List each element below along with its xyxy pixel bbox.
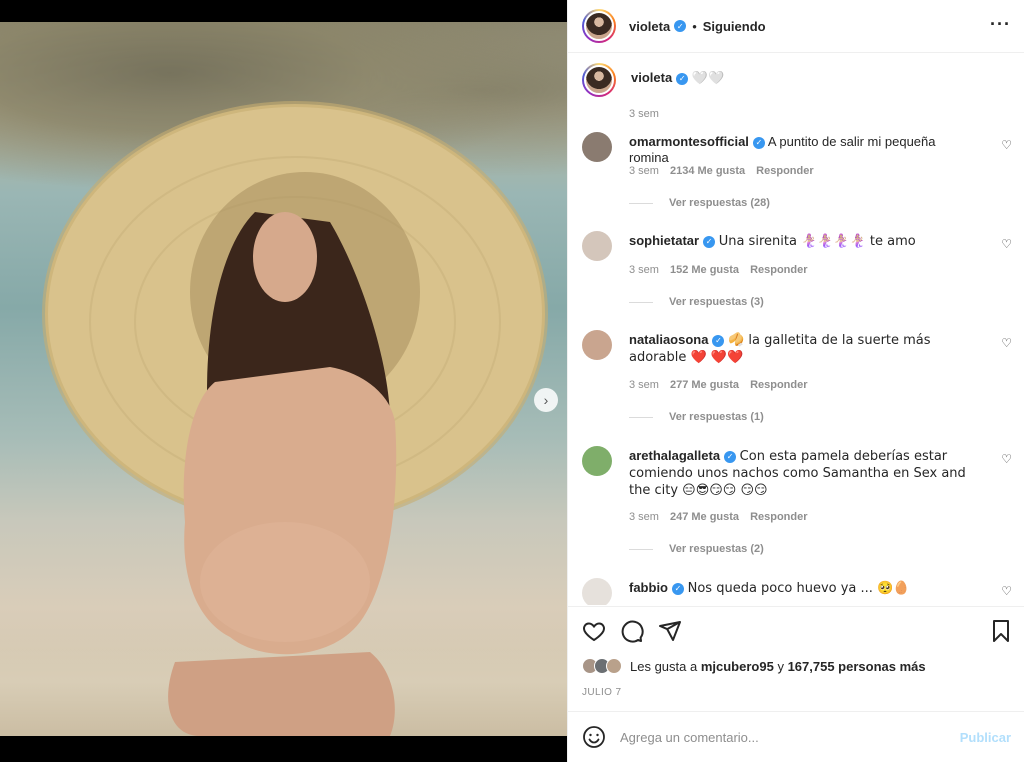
like-comment-heart-icon[interactable]: ♡ — [1001, 237, 1012, 251]
header-separator: • — [692, 18, 697, 34]
post-date[interactable]: JULIO 7 — [582, 687, 621, 698]
reply-button[interactable]: Responder — [750, 264, 807, 276]
bookmark-icon[interactable] — [989, 619, 1013, 643]
liker-avatars — [582, 658, 622, 674]
comment-time[interactable]: 3 sem — [629, 165, 659, 177]
comment-username[interactable]: fabbio — [629, 580, 668, 595]
reply-button[interactable]: Responder — [756, 165, 813, 177]
likes-joiner: y — [777, 658, 784, 674]
comment-text: Una sirenita 🧜🏼‍♀️🧜🏼‍♀️🧜🏼‍♀️🧜🏼‍♀️ te amo — [718, 234, 916, 249]
add-comment-bar: Publicar — [568, 711, 1024, 762]
likes-count-link[interactable]: 167,755 personas más — [788, 659, 926, 674]
comment-time[interactable]: 3 sem — [629, 264, 659, 276]
post-image[interactable]: › — [0, 22, 567, 736]
comment-likes[interactable]: 247 Me gusta — [670, 511, 739, 523]
verified-badge-icon: ✓ — [674, 20, 687, 32]
like-comment-heart-icon[interactable]: ♡ — [1001, 452, 1012, 466]
view-replies-label: Ver respuestas (28) — [669, 197, 770, 209]
post-header: violeta ✓ • Siguiendo ··· — [568, 0, 1024, 53]
verified-badge-icon: ✓ — [724, 450, 737, 463]
reply-button[interactable]: Responder — [750, 379, 807, 391]
comment-time[interactable]: 3 sem — [629, 379, 659, 391]
like-comment-heart-icon[interactable]: ♡ — [1001, 584, 1012, 598]
reply-button[interactable]: Responder — [750, 511, 807, 523]
post-sidebar: violeta ✓ • Siguiendo ··· violeta ✓ 🤍🤍 3 … — [567, 0, 1024, 762]
author-avatar[interactable] — [582, 9, 616, 43]
like-comment-heart-icon[interactable]: ♡ — [1001, 336, 1012, 350]
comment-content: sophietatar ✓ Una sirenita 🧜🏼‍♀️🧜🏼‍♀️🧜🏼‍♀… — [629, 233, 977, 250]
photo-illustration — [42, 101, 548, 736]
comment-likes[interactable]: 2134 Me gusta — [670, 165, 745, 177]
comment-content: omarmontesofficial ✓ A puntito de salir m… — [629, 134, 977, 166]
verified-badge-icon: ✓ — [703, 235, 716, 248]
comments-list[interactable]: violeta ✓ 🤍🤍 3 sem omarmontesofficial ✓ A … — [568, 53, 1024, 605]
likes-summary: Les gusta a mjcubero95 y 167,755 persona… — [582, 658, 926, 674]
comment-content: fabbio ✓ Nos queda poco huevo ya ... 🥺🥚 — [629, 580, 977, 597]
avatar[interactable] — [582, 446, 612, 476]
comment-username[interactable]: nataliaosona — [629, 332, 708, 347]
comment-content: arethalagalleta ✓ Con esta pamela debería… — [629, 448, 977, 499]
comment-meta: 3 sem 2134 Me gusta Responder — [629, 165, 814, 177]
view-replies-button[interactable]: Ver respuestas (28) — [629, 197, 770, 209]
emoji-icon[interactable] — [582, 725, 606, 749]
verified-badge-icon: ✓ — [676, 72, 689, 85]
avatar[interactable] — [582, 578, 612, 605]
comment-input[interactable] — [620, 729, 960, 745]
view-replies-label: Ver respuestas (1) — [669, 411, 764, 423]
comment-meta: 3 sem 247 Me gusta Responder — [629, 511, 808, 523]
verified-badge-icon: ✓ — [752, 136, 765, 149]
likes-prefix: Les gusta a — [630, 658, 698, 674]
comment-icon[interactable] — [620, 619, 644, 643]
like-comment-heart-icon[interactable]: ♡ — [1001, 138, 1012, 152]
comment-username[interactable]: omarmontesofficial — [629, 134, 749, 149]
view-replies-button[interactable]: Ver respuestas (2) — [629, 543, 764, 555]
comment-content: nataliaosona ✓ 🥠 la galletita de la suert… — [629, 332, 977, 366]
author-username[interactable]: violeta — [629, 19, 670, 34]
heart-icon[interactable] — [582, 619, 606, 643]
comment-username[interactable]: arethalagalleta — [629, 448, 720, 463]
following-button[interactable]: Siguiendo — [703, 19, 766, 34]
avatar[interactable] — [582, 330, 612, 360]
view-replies-label: Ver respuestas (3) — [669, 296, 764, 308]
comment-text: Nos queda poco huevo ya ... 🥺🥚 — [687, 581, 910, 596]
caption-username[interactable]: violeta — [631, 70, 672, 85]
caption-time: 3 sem — [629, 108, 659, 120]
caption-text: 🤍🤍 — [691, 71, 725, 86]
comment-meta: 3 sem 277 Me gusta Responder — [629, 379, 808, 391]
comment-time[interactable]: 3 sem — [629, 511, 659, 523]
verified-badge-icon: ✓ — [712, 334, 725, 347]
avatar[interactable] — [582, 231, 612, 261]
comment-likes[interactable]: 277 Me gusta — [670, 379, 739, 391]
send-icon[interactable] — [658, 619, 682, 643]
comment-meta: 3 sem 152 Me gusta Responder — [629, 264, 808, 276]
chevron-right-icon: › — [543, 392, 549, 408]
carousel-next-button[interactable]: › — [534, 388, 558, 412]
comment-likes[interactable]: 152 Me gusta — [670, 264, 739, 276]
likes-user-link[interactable]: mjcubero95 — [701, 659, 774, 674]
comment-username[interactable]: sophietatar — [629, 233, 699, 248]
view-replies-label: Ver respuestas (2) — [669, 543, 764, 555]
verified-badge-icon: ✓ — [672, 582, 684, 595]
caption-avatar[interactable] — [582, 63, 616, 97]
post-modal: › violeta ✓ • Siguiendo ··· violeta ✓ 🤍🤍 — [0, 0, 1024, 762]
view-replies-button[interactable]: Ver respuestas (3) — [629, 296, 764, 308]
publish-button[interactable]: Publicar — [960, 730, 1011, 745]
post-actions: Les gusta a mjcubero95 y 167,755 persona… — [568, 606, 1024, 711]
view-replies-button[interactable]: Ver respuestas (1) — [629, 411, 764, 423]
ellipsis-icon[interactable]: ··· — [990, 14, 1011, 35]
post-caption: violeta ✓ 🤍🤍 3 sem — [582, 63, 1012, 120]
avatar[interactable] — [582, 132, 612, 162]
